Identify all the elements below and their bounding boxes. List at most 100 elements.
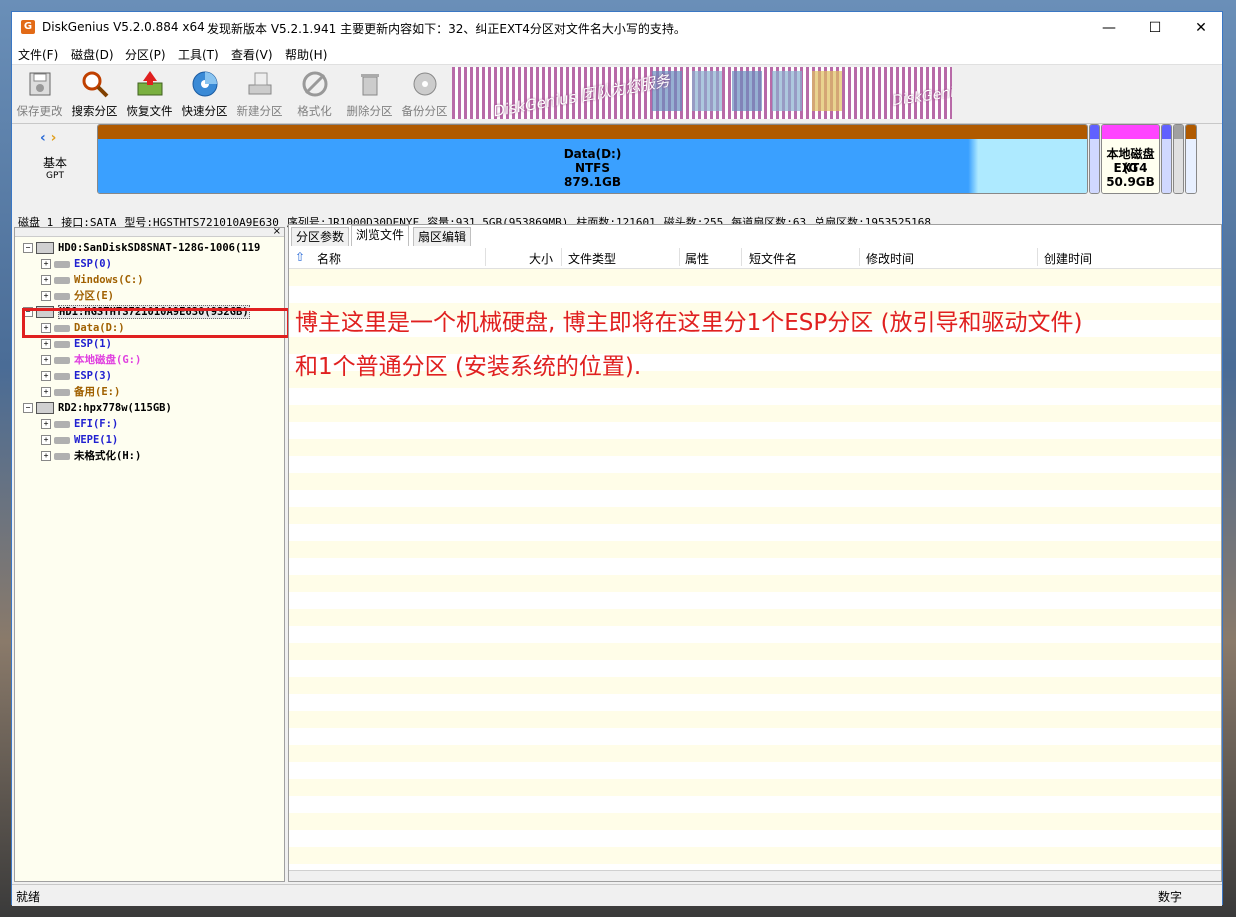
recover-file-button[interactable]: 恢复文件 [122,67,177,121]
format-button[interactable]: 格式化 [287,67,342,121]
menu-view[interactable]: 查看(V) [231,46,273,63]
partition-icon [54,356,70,364]
col-file-type[interactable]: 文件类型 [568,250,616,267]
partition-icon [54,420,70,428]
next-disk-icon[interactable]: › [51,130,57,146]
partition-size: 879.1GB [564,175,621,189]
partition-fs: NTFS [574,161,611,175]
partition-icon [54,388,70,396]
expand-toggle-icon[interactable]: + [41,339,51,349]
close-pane-icon[interactable]: × [273,226,281,237]
partition-block-free[interactable] [1173,124,1184,194]
file-browser-pane: 分区参数 浏览文件 扇区编辑 ⇧ 名称 大小 文件类型 属性 短文件名 修改时间… [288,224,1222,882]
status-text: 就绪 [16,890,41,904]
partition-block-data[interactable]: Data(D:) NTFS 879.1GB [97,124,1088,194]
partition-block-backup[interactable] [1185,124,1197,194]
disk-nav-arrows: ‹ › [40,130,56,146]
tree-partition-node[interactable]: + ESP(3) [41,368,112,384]
col-attributes[interactable]: 属性 [685,250,709,267]
col-modified-time[interactable]: 修改时间 [866,250,914,267]
prev-disk-icon[interactable]: ‹ [40,130,46,146]
expand-toggle-icon[interactable]: + [41,291,51,301]
tab-sector-edit[interactable]: 扇区编辑 [413,227,472,246]
partition-icon [54,452,70,460]
col-short-name[interactable]: 短文件名 [749,250,797,267]
tree-partition-node[interactable]: + ESP(1) [41,336,112,352]
tree-node-label: ESP(1) [74,338,112,350]
close-button[interactable]: ✕ [1178,12,1224,44]
partition-icon [54,276,70,284]
new-partition-icon [248,72,271,95]
tree-node-label: HD0:SanDiskSD8SNAT-128G-1006(119 [58,242,261,254]
partition-icon [54,340,70,348]
save-button[interactable]: 保存更改 [12,67,67,121]
partition-block-esp3[interactable] [1161,124,1172,194]
partition-fs: EXT4 [1113,161,1148,175]
highlight-box [22,308,290,338]
save-icon [29,72,50,96]
menu-help[interactable]: 帮助(H) [285,46,327,63]
tree-node-label: ESP(0) [74,258,112,270]
tree-partition-node[interactable]: + 备用(E:) [41,384,120,400]
expand-toggle-icon[interactable]: − [23,403,33,413]
backup-partition-button[interactable]: 备份分区 [397,67,452,121]
quick-partition-icon [192,71,217,97]
tree-node-label: WEPE(1) [74,434,119,446]
partition-block-local-g[interactable]: 本地磁盘(G EXT4 50.9GB [1101,124,1160,194]
tab-partition-params[interactable]: 分区参数 [291,227,350,246]
column-header: ⇧ 名称 大小 文件类型 属性 短文件名 修改时间 创建时间 [289,246,1221,269]
partition-icon [54,436,70,444]
update-notice[interactable]: 发现新版本 V5.2.1.941 主要更新内容如下：32、纠正EXT4分区对文件… [207,20,686,37]
window-title: DiskGenius V5.2.0.884 x64 [42,20,205,34]
menu-tools[interactable]: 工具(T) [178,46,219,63]
expand-toggle-icon[interactable]: + [41,259,51,269]
search-partition-button[interactable]: 搜索分区 [67,67,122,121]
expand-toggle-icon[interactable]: + [41,435,51,445]
tree-node-label: Windows(C:) [74,274,144,286]
new-partition-button[interactable]: 新建分区 [232,67,287,121]
tree-partition-node[interactable]: + 本地磁盘(G:) [41,352,141,368]
horizontal-scrollbar[interactable] [289,870,1221,881]
tree-partition-node[interactable]: + 分区(E) [41,288,114,304]
expand-toggle-icon[interactable]: + [41,451,51,461]
maximize-button[interactable]: ☐ [1132,12,1178,44]
tree-partition-node[interactable]: + 未格式化(H:) [41,448,141,464]
up-folder-icon[interactable]: ⇧ [295,250,305,264]
col-size[interactable]: 大小 [529,250,553,267]
backup-partition-icon [413,72,436,96]
expand-toggle-icon[interactable]: + [41,371,51,381]
menu-partition[interactable]: 分区(P) [125,46,166,63]
tree-node-label: ESP(3) [74,370,112,382]
partition-icon [54,260,70,268]
tree-node-label: 本地磁盘(G:) [74,354,142,366]
menu-disk[interactable]: 磁盘(D) [71,46,114,63]
format-icon [302,71,327,97]
expand-toggle-icon[interactable]: + [41,275,51,285]
tab-browse-files[interactable]: 浏览文件 [351,225,410,246]
delete-partition-button[interactable]: 删除分区 [342,67,397,121]
annotation-line-2: 和1个普通分区 (安装系统的位置). [295,354,642,380]
partition-icon [54,292,70,300]
col-created-time[interactable]: 创建时间 [1044,250,1092,267]
minimize-button[interactable]: — [1086,12,1132,44]
title-bar: G DiskGenius V5.2.0.884 x64 发现新版本 V5.2.1… [12,12,1222,44]
quick-partition-button[interactable]: 快速分区 [177,67,232,121]
expand-toggle-icon[interactable]: + [41,419,51,429]
expand-toggle-icon[interactable]: − [23,243,33,253]
tree-disk-node[interactable]: − HD0:SanDiskSD8SNAT-128G-1006(119 [23,240,260,256]
col-name[interactable]: 名称 [317,250,341,267]
tree-partition-node[interactable]: + EFI(F:) [41,416,118,432]
expand-toggle-icon[interactable]: + [41,387,51,397]
ad-banner[interactable]: DiskGenius 团队为您服务 DiskGeni [452,67,952,119]
tree-partition-node[interactable]: + ESP(0) [41,256,112,272]
partition-block-esp1[interactable] [1089,124,1100,194]
hard-disk-icon [36,402,54,414]
menu-file[interactable]: 文件(F) [18,46,58,63]
tree-partition-node[interactable]: + Windows(C:) [41,272,144,288]
app-window: G DiskGenius V5.2.0.884 x64 发现新版本 V5.2.1… [11,11,1223,906]
tree-partition-node[interactable]: + WEPE(1) [41,432,118,448]
banner-text-right: DiskGeni [891,84,952,110]
tree-disk-node[interactable]: − RD2:hpx778w(115GB) [23,400,172,416]
expand-toggle-icon[interactable]: + [41,355,51,365]
tree-node-label: RD2:hpx778w(115GB) [58,402,172,414]
